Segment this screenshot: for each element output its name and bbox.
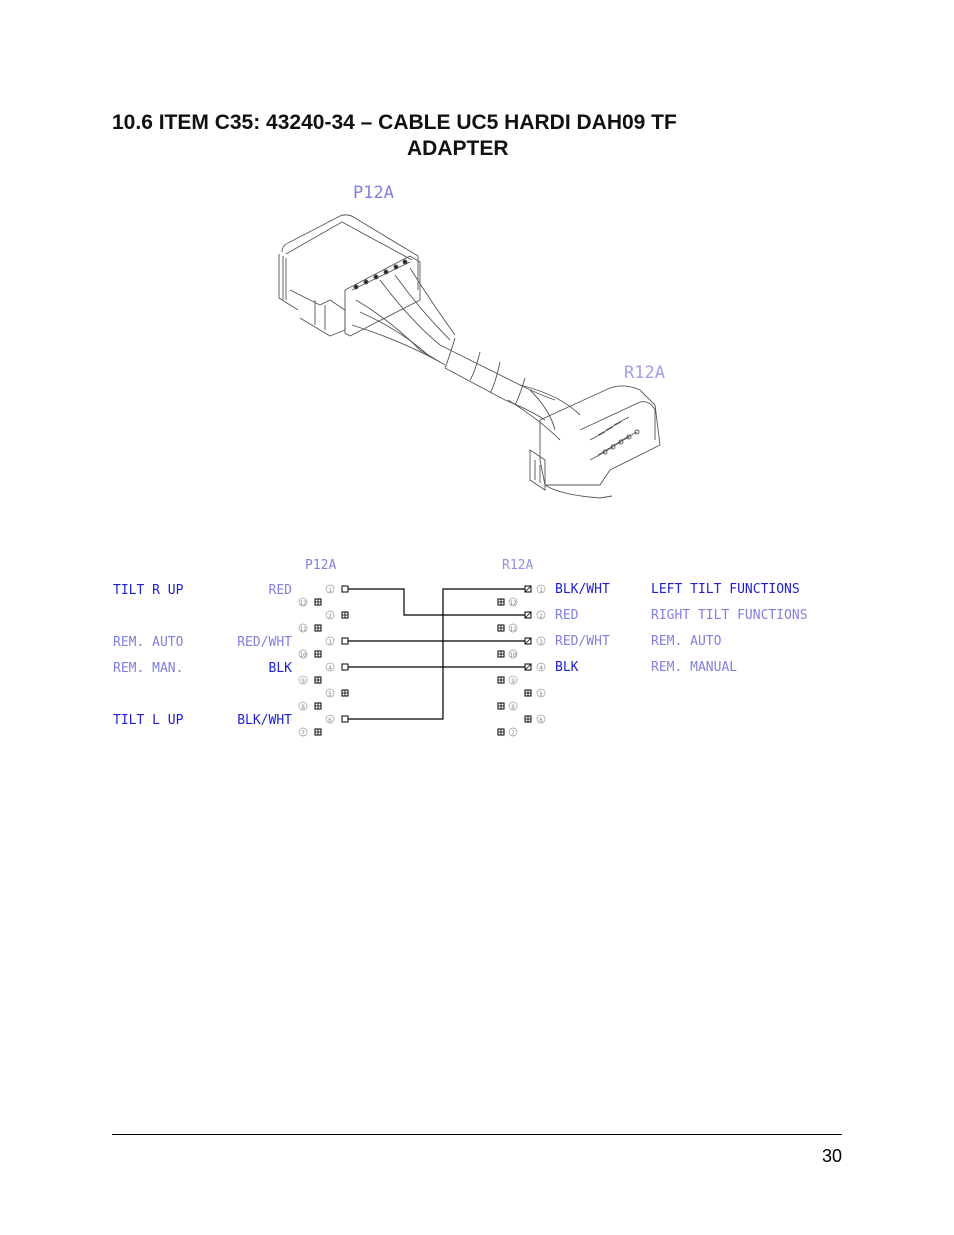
cavity-cross <box>525 716 531 722</box>
cavity-cross <box>342 612 348 618</box>
terminal-icon <box>341 637 349 645</box>
cavity-cross <box>315 625 321 631</box>
pin-number: 10 <box>509 652 517 659</box>
terminal-slash <box>524 663 532 671</box>
p-wire-color-label: RED <box>269 583 293 598</box>
pin-number: 7 <box>511 730 515 737</box>
terminal-slash <box>524 611 532 619</box>
pin-number: 11 <box>509 626 517 633</box>
p-function-label: REM. AUTO <box>113 635 184 650</box>
p-wire-color-label: BLK <box>269 661 293 676</box>
pin-number: 8 <box>511 704 515 711</box>
cavity-cross <box>498 703 504 709</box>
r-wire-color-label: RED/WHT <box>555 634 610 649</box>
harness-sheath-drawing <box>439 337 556 421</box>
cavity-cross <box>498 677 504 683</box>
pin-number: 1 <box>539 587 543 594</box>
illustration-label-r12a: R12A <box>624 363 665 383</box>
pin-number: 8 <box>301 704 305 711</box>
pin-number: 11 <box>299 626 307 633</box>
p-function-label: TILT L UP <box>113 713 184 728</box>
r-function-label: REM. AUTO <box>651 634 722 649</box>
cavity-cross <box>315 729 321 735</box>
pin-number: 5 <box>328 691 332 698</box>
pin-number: 2 <box>539 613 543 620</box>
cable-illustration: P12A R12A <box>278 183 665 499</box>
cavity-cross <box>525 690 531 696</box>
pin-number: 10 <box>299 652 307 659</box>
p12a-connector-drawing <box>278 214 456 366</box>
pin-number: 12 <box>299 600 307 607</box>
pin-number: 5 <box>539 691 543 698</box>
pin-number: 3 <box>539 639 543 646</box>
cavity-cross <box>315 703 321 709</box>
cavity-cross <box>498 729 504 735</box>
pin-number: 9 <box>511 678 515 685</box>
cavity-cross <box>315 677 321 683</box>
pin-number: 4 <box>539 665 543 672</box>
cavity-cross <box>498 625 504 631</box>
p-function-label: REM. MAN. <box>113 661 183 676</box>
footer-rule <box>112 1134 842 1135</box>
cavity-cross <box>498 651 504 657</box>
terminal-icon <box>341 663 349 671</box>
r-wire-color-label: RED <box>555 608 579 623</box>
pin-number: 1 <box>328 587 332 594</box>
pin-number: 6 <box>539 717 543 724</box>
pin-number: 7 <box>301 730 305 737</box>
r-function-label: LEFT TILT FUNCTIONS <box>651 582 800 597</box>
cavity-cross <box>498 599 504 605</box>
pin-number: 6 <box>328 717 332 724</box>
pin-number: 3 <box>328 639 332 646</box>
wiring-schematic: P12A R12A TILT R UP RED REM. AUTO RED/WH… <box>113 558 808 737</box>
pin-number: 4 <box>328 665 332 672</box>
p-wire-color-label: BLK/WHT <box>237 713 292 728</box>
r-function-label: REM. MANUAL <box>651 660 737 675</box>
r-function-label: RIGHT TILT FUNCTIONS <box>651 608 808 623</box>
pin-number: 2 <box>328 613 332 620</box>
p-function-label: TILT R UP <box>113 583 184 598</box>
r12a-connector-drawing <box>507 384 661 499</box>
terminal-icon <box>341 715 349 723</box>
schematic-label-r12a: R12A <box>502 558 533 573</box>
page-number: 30 <box>821 1146 842 1166</box>
terminal-slash <box>524 637 532 645</box>
terminal-icon <box>341 585 349 593</box>
pin-number: 9 <box>301 678 305 685</box>
terminal-slash <box>524 585 532 593</box>
cavity-cross <box>315 651 321 657</box>
r-wire-color-label: BLK <box>555 660 579 675</box>
p-wire-color-label: RED/WHT <box>237 635 292 650</box>
r-wire-color-label: BLK/WHT <box>555 582 610 597</box>
cavity-cross <box>342 690 348 696</box>
pin-number: 12 <box>509 600 517 607</box>
schematic-label-p12a: P12A <box>305 558 336 573</box>
cavity-cross <box>315 599 321 605</box>
illustration-label-p12a: P12A <box>353 183 394 203</box>
